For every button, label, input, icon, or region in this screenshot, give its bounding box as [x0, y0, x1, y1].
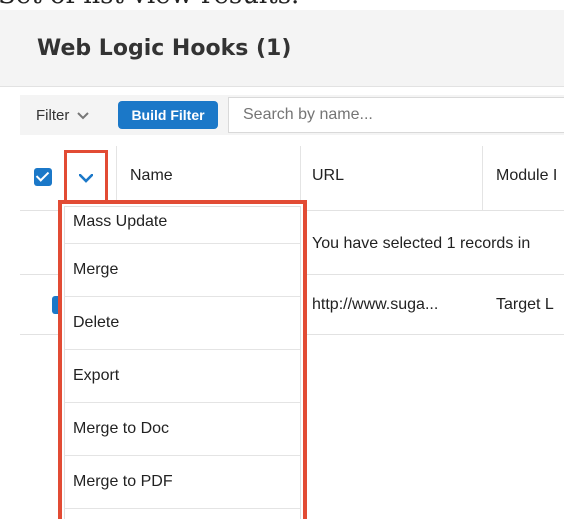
filter-bar: Filter Build Filter: [20, 95, 564, 135]
chevron-down-icon: [77, 107, 90, 123]
filter-dropdown[interactable]: Filter: [28, 100, 112, 130]
search-input[interactable]: [228, 97, 564, 133]
page-caption: Set of list view results.: [0, 0, 562, 10]
menu-item-merge-to-doc[interactable]: Merge to Doc: [65, 403, 300, 456]
list-header: Web Logic Hooks (1): [0, 10, 564, 87]
mass-actions-dropdown-button[interactable]: [64, 150, 108, 206]
row-url[interactable]: http://www.suga...: [312, 296, 438, 314]
mass-actions-menu: Mass Update Merge Delete Export Merge to…: [64, 206, 301, 519]
chevron-down-icon: [79, 173, 93, 183]
page-title: Web Logic Hooks (1): [37, 36, 292, 61]
column-header-name[interactable]: Name: [130, 167, 173, 185]
build-filter-button[interactable]: Build Filter: [118, 101, 218, 129]
column-header-url[interactable]: URL: [312, 167, 344, 185]
column-header-module[interactable]: Module I: [496, 167, 557, 185]
selection-message: You have selected 1 records in: [312, 235, 531, 252]
select-all-checkbox[interactable]: [34, 168, 52, 186]
filter-label: Filter: [36, 106, 70, 124]
row-module: Target L: [496, 296, 554, 313]
menu-item-delete[interactable]: Delete: [65, 297, 300, 350]
column-divider: [482, 146, 483, 210]
menu-item-mass-update[interactable]: Mass Update: [65, 207, 300, 244]
menu-item-merge-to-pdf[interactable]: Merge to PDF: [65, 456, 300, 509]
menu-item-merge[interactable]: Merge: [65, 244, 300, 297]
menu-item-export[interactable]: Export: [65, 350, 300, 403]
